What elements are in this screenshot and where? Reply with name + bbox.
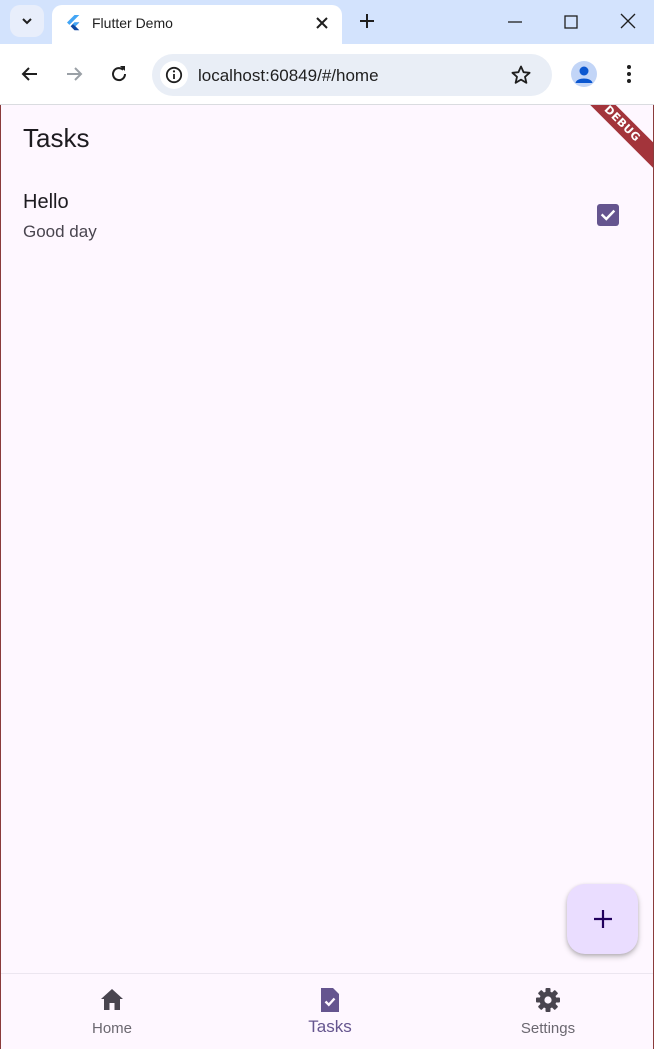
home-icon [101, 989, 123, 1010]
chevron-down-icon [22, 18, 32, 25]
tab-search-button[interactable] [10, 5, 44, 37]
new-tab-icon[interactable] [356, 10, 378, 32]
nav-item-tasks[interactable]: Tasks [230, 974, 430, 1049]
window-close-icon[interactable] [618, 11, 638, 31]
back-arrow-icon[interactable] [19, 63, 41, 85]
check-icon [600, 209, 616, 221]
bookmark-star-icon[interactable] [510, 64, 532, 86]
nav-label-home: Home [91, 1020, 132, 1037]
maximize-icon[interactable] [561, 12, 581, 32]
person-icon [575, 66, 593, 83]
flutter-icon [67, 15, 80, 31]
browser-toolbar: localhost:60849/#/home [0, 44, 654, 105]
settings-icon [536, 988, 560, 1012]
app-viewport: Tasks DEBUG Hello Good day Home Tasks Se… [0, 105, 654, 1049]
add-task-button[interactable] [567, 884, 638, 954]
profile-avatar[interactable] [571, 61, 597, 87]
info-icon [165, 66, 183, 84]
add-icon [593, 910, 612, 928]
list-item[interactable]: Hello Good day [1, 177, 653, 255]
task-icon [321, 988, 339, 1012]
page-title: Tasks [23, 123, 90, 153]
more-vert-icon[interactable] [619, 63, 639, 85]
nav-item-home[interactable]: Home [12, 974, 212, 1049]
url-text: localhost:60849/#/home [198, 66, 379, 85]
task-title: Hello [23, 191, 69, 213]
nav-label-settings: Settings [520, 1020, 576, 1037]
tab-title: Flutter Demo [92, 15, 173, 31]
site-info-button[interactable] [160, 61, 188, 89]
forward-arrow-icon[interactable] [63, 63, 85, 85]
debug-banner: DEBUG [569, 105, 653, 177]
nav-label-tasks: Tasks [308, 1017, 352, 1036]
task-subtitle: Good day [23, 222, 97, 241]
bottom-navigation-bar: Home Tasks Settings [1, 973, 653, 1049]
nav-item-settings[interactable]: Settings [448, 974, 648, 1049]
close-icon[interactable] [312, 13, 332, 33]
minimize-icon[interactable] [505, 12, 525, 32]
task-checkbox[interactable] [597, 204, 619, 226]
address-bar[interactable]: localhost:60849/#/home [152, 54, 552, 96]
reload-icon[interactable] [108, 63, 130, 85]
browser-tab-strip: Flutter Demo [0, 0, 654, 44]
browser-tab[interactable]: Flutter Demo [52, 5, 342, 44]
